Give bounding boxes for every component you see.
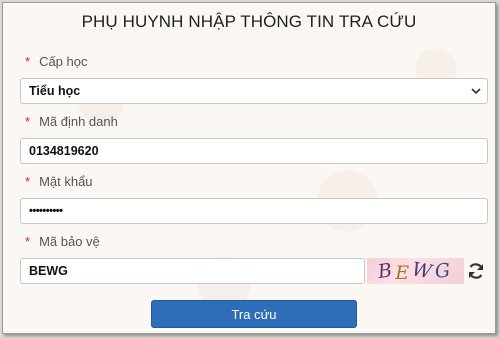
captcha-char: G — [433, 259, 454, 283]
required-marker: * — [25, 114, 31, 129]
password-label: * Mật khẩu — [25, 174, 93, 189]
captcha-char: E — [395, 262, 413, 284]
id-label-text: Mã định danh — [39, 114, 118, 129]
chevron-down-icon — [471, 88, 481, 95]
level-label: * Cấp học — [25, 54, 87, 69]
captcha-char: W — [410, 258, 437, 284]
required-marker: * — [25, 174, 31, 189]
refresh-icon[interactable] — [466, 261, 486, 281]
lookup-form-panel: PHỤ HUYNH NHẬP THÔNG TIN TRA CỨU * Cấp họ… — [2, 2, 496, 334]
required-marker: * — [25, 54, 31, 69]
captcha-image: B E W G — [367, 258, 464, 284]
level-select[interactable]: Tiểu học — [20, 78, 488, 104]
password-input[interactable]: •••••••••• — [20, 198, 488, 224]
captcha-char: B — [376, 258, 397, 284]
required-marker: * — [25, 234, 31, 249]
captcha-label: * Mã bảo vệ — [25, 234, 100, 249]
level-label-text: Cấp học — [39, 54, 88, 69]
password-label-text: Mật khẩu — [39, 174, 93, 189]
submit-button[interactable]: Tra cứu — [151, 300, 357, 328]
form-title: PHỤ HUYNH NHẬP THÔNG TIN TRA CỨU — [81, 12, 417, 31]
captcha-label-text: Mã bảo vệ — [39, 234, 100, 249]
id-label: * Mã định danh — [25, 114, 118, 129]
captcha-input[interactable]: BEWG — [20, 258, 365, 284]
id-input[interactable]: 0134819620 — [20, 138, 488, 164]
level-select-value: Tiểu học — [29, 84, 81, 98]
